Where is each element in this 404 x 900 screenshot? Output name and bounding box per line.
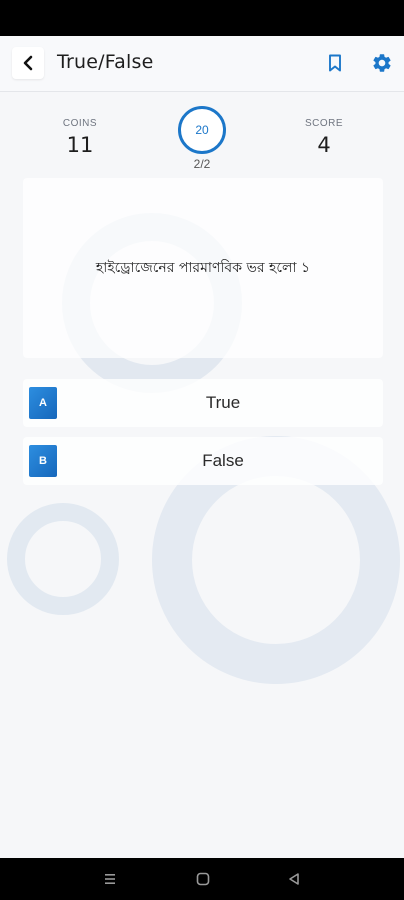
timer-circle: 20 xyxy=(178,106,226,154)
bookmark-icon xyxy=(329,54,341,72)
system-nav-bar xyxy=(0,858,404,900)
timer-value: 20 xyxy=(195,123,209,137)
question-progress: 2/2 xyxy=(193,157,211,171)
option-label: True xyxy=(205,393,241,412)
coins-stat: COINS 11 xyxy=(40,118,120,157)
question-card: হাইড্রোজেনের পারমাণবিক ভর হলো ১ xyxy=(23,178,383,358)
score-value: 4 xyxy=(317,133,331,157)
chevron-left-icon xyxy=(23,55,33,71)
coins-value: 11 xyxy=(66,133,94,157)
recents-icon xyxy=(105,874,115,884)
gear-icon xyxy=(373,54,391,72)
score-stat: SCORE 4 xyxy=(284,118,364,157)
settings-button[interactable] xyxy=(369,50,395,76)
score-label: SCORE xyxy=(304,118,344,129)
home-icon xyxy=(196,872,210,886)
home-button[interactable] xyxy=(194,870,212,888)
bookmark-button[interactable] xyxy=(324,51,346,75)
app-bar: True/False xyxy=(0,36,404,92)
coins-label: COINS xyxy=(62,118,98,129)
back-triangle-icon xyxy=(289,873,299,885)
option-label: False xyxy=(202,451,244,470)
option-a-button[interactable]: A True xyxy=(23,379,383,427)
recents-button[interactable] xyxy=(101,870,119,888)
option-b-button[interactable]: B False xyxy=(23,437,383,485)
system-back-button[interactable] xyxy=(285,870,303,888)
status-bar xyxy=(0,0,404,36)
page-title: True/False xyxy=(57,51,154,73)
option-letter-badge: A xyxy=(29,387,57,419)
option-letter-badge: B xyxy=(29,445,57,477)
question-text: হাইড্রোজেনের পারমাণবিক ভর হলো ১ xyxy=(95,260,311,276)
back-button[interactable] xyxy=(12,47,44,79)
decorative-ring xyxy=(7,503,119,615)
